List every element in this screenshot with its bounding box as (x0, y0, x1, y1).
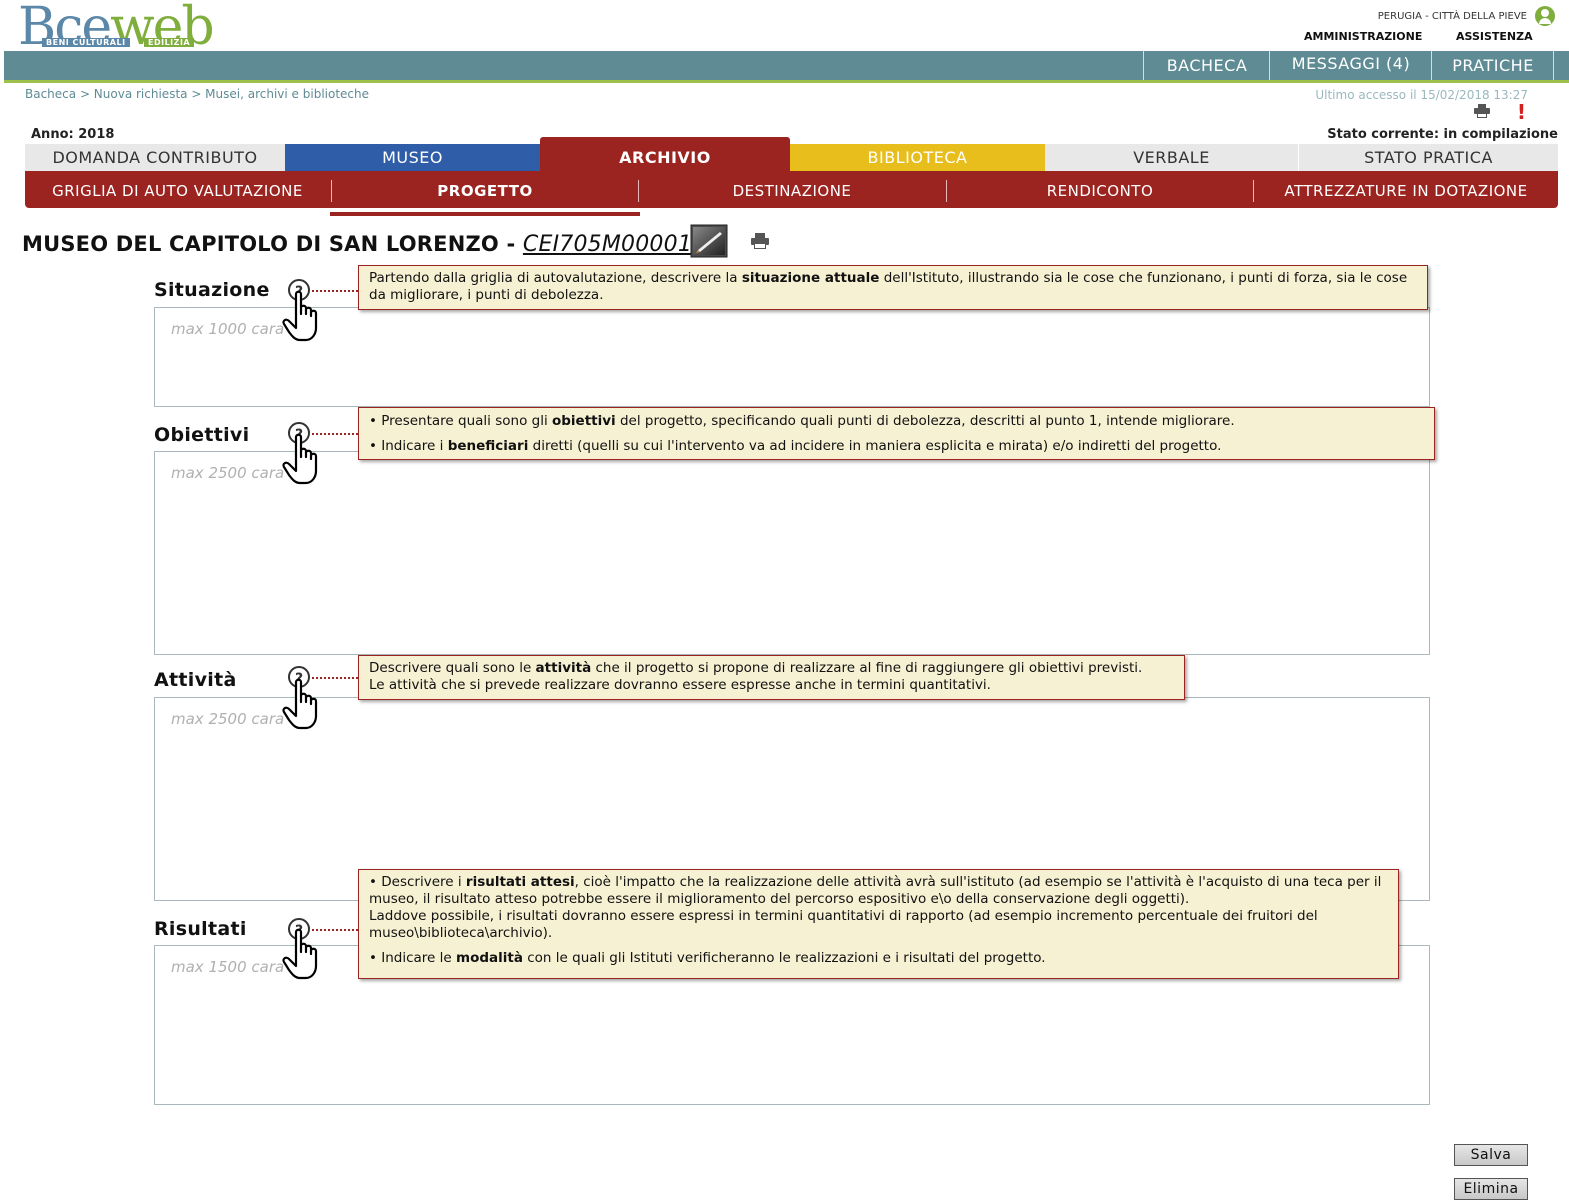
year-label: Anno: 2018 (31, 127, 115, 142)
nav-bacheca[interactable]: BACHECA (1143, 51, 1270, 80)
breadcrumb[interactable]: Bacheca > Nuova richiesta > Musei, archi… (25, 87, 369, 101)
pointer-hand-icon (282, 433, 318, 485)
risultati-label: Risultati (154, 918, 247, 940)
sub-tabs: GRIGLIA DI AUTO VALUTAZIONE PROGETTO DES… (25, 171, 1558, 208)
subtab-attrezzature[interactable]: ATTREZZATURE IN DOTAZIONE (1254, 171, 1558, 208)
save-button[interactable]: Salva (1454, 1144, 1528, 1166)
active-subtab-indicator (330, 212, 640, 216)
situazione-textarea[interactable]: max 1000 cara (154, 307, 1430, 407)
attivita-placeholder: max 2500 cara (171, 710, 285, 728)
location-label: PERUGIA - CITTÀ DELLA PIEVE (1377, 11, 1527, 22)
tab-museo[interactable]: MUSEO (285, 144, 540, 171)
last-access: Ultimo accesso il 15/02/2018 13:27 (1315, 88, 1528, 102)
print-icon[interactable] (751, 233, 769, 249)
attivita-tooltip: Descrivere quali sono le attività che il… (358, 655, 1185, 700)
status-label: Stato corrente: in compilazione (1327, 127, 1558, 142)
nav-messaggi[interactable]: MESSAGGI (4) (1269, 51, 1432, 80)
situazione-label: Situazione (154, 279, 270, 301)
pointer-hand-icon (282, 290, 318, 342)
tab-domanda-contributo[interactable]: DOMANDA CONTRIBUTO (25, 144, 285, 171)
obiettivi-placeholder: max 2500 cara (171, 464, 285, 482)
obiettivi-tooltip: • Presentare quali sono gli obiettivi de… (358, 407, 1435, 460)
nav-pratiche[interactable]: PRATICHE (1431, 51, 1554, 80)
delete-button[interactable]: Elimina (1454, 1178, 1528, 1200)
obiettivi-label: Obiettivi (154, 424, 250, 446)
tab-verbale[interactable]: VERBALE (1045, 144, 1299, 171)
logo-subtitle-beni: BENI CULTURALI (42, 38, 130, 47)
tab-archivio[interactable]: ARCHIVIO (540, 137, 790, 171)
pointer-hand-icon (282, 928, 318, 980)
tab-biblioteca[interactable]: BIBLIOTECA (790, 144, 1045, 171)
assist-link[interactable]: ASSISTENZA (1456, 30, 1533, 43)
print-page-icon[interactable] (1474, 104, 1490, 118)
pointer-hand-icon (282, 678, 318, 730)
edit-icon[interactable] (690, 224, 728, 258)
alert-icon[interactable]: ! (1517, 100, 1526, 124)
nav-spacer (1553, 51, 1569, 80)
attivita-label: Attività (154, 669, 237, 691)
user-icon[interactable] (1535, 6, 1555, 26)
subtab-progetto[interactable]: PROGETTO (332, 171, 638, 208)
page-title: MUSEO DEL CAPITOLO DI SAN LORENZO - CEI7… (22, 232, 692, 257)
main-navbar: BACHECA MESSAGGI (4) PRATICHE (4, 51, 1569, 83)
institute-code-link[interactable]: CEI705M00001 (523, 232, 692, 257)
subtab-griglia[interactable]: GRIGLIA DI AUTO VALUTAZIONE (25, 171, 330, 208)
admin-link[interactable]: AMMINISTRAZIONE (1304, 30, 1422, 43)
logo-subtitle-edilizia: EDILIZIA (144, 38, 195, 47)
risultati-tooltip: • Descrivere i risultati attesi, cioè l'… (358, 869, 1399, 979)
subtab-rendiconto[interactable]: RENDICONTO (947, 171, 1253, 208)
obiettivi-textarea[interactable]: max 2500 cara (154, 451, 1430, 655)
main-tabs: DOMANDA CONTRIBUTO MUSEO ARCHIVIO BIBLIO… (25, 137, 1558, 171)
risultati-placeholder: max 1500 cara (171, 958, 285, 976)
situazione-placeholder: max 1000 cara (171, 320, 285, 338)
situazione-tooltip: Partendo dalla griglia di autovalutazion… (358, 265, 1428, 310)
tab-stato-pratica[interactable]: STATO PRATICA (1299, 144, 1558, 171)
institute-name: MUSEO DEL CAPITOLO DI SAN LORENZO - (22, 232, 523, 256)
subtab-destinazione[interactable]: DESTINAZIONE (639, 171, 945, 208)
